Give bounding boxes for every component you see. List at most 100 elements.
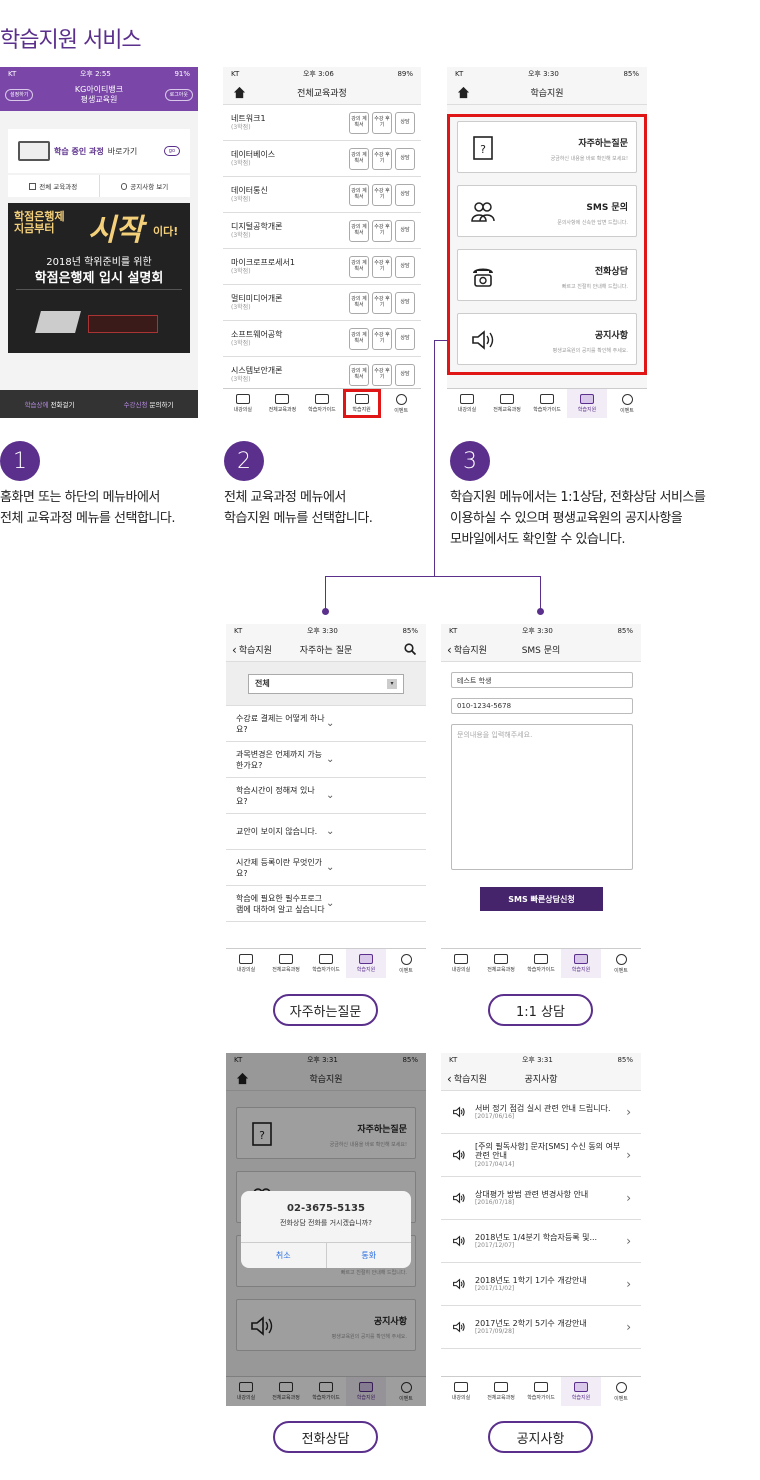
faq-item[interactable]: 학습에 필요한 필수프로그램에 대하여 알고 싶습니다 ⌄ <box>226 886 426 922</box>
syllabus-button[interactable]: 강의 계획서 <box>349 183 369 206</box>
syllabus-button[interactable]: 강의 계획서 <box>349 111 369 134</box>
course-name[interactable]: 데이터통신 (3학점) <box>231 186 346 203</box>
chevron-down-icon: ⌄ <box>326 826 335 837</box>
tab-item[interactable]: 전체교육과정 <box>487 389 527 418</box>
review-button[interactable]: 수강 후기 <box>372 111 392 134</box>
consult-button[interactable]: 상담 <box>395 363 415 386</box>
syllabus-button[interactable]: 강의 계획서 <box>349 327 369 350</box>
tab-item[interactable]: 학습자가이드 <box>302 389 342 418</box>
syllabus-button[interactable]: 강의 계획서 <box>349 147 369 170</box>
course-name[interactable]: 디지털공학개론 (3학점) <box>231 222 346 239</box>
tab-item[interactable]: 학습자가이드 <box>527 389 567 418</box>
tab-item[interactable]: 내강의실 <box>223 389 263 418</box>
guide-book-icon <box>314 394 329 404</box>
faq-item[interactable]: 교안이 보이지 않습니다. ⌄ <box>226 814 426 850</box>
tab-item[interactable]: 학습자가이드 <box>306 949 346 978</box>
search-icon[interactable] <box>404 643 416 655</box>
tab-item[interactable]: 학습자가이드 <box>521 1377 561 1406</box>
syllabus-button[interactable]: 강의 계획서 <box>349 255 369 278</box>
chat-icon <box>580 394 594 404</box>
nav-title: SMS 문의 <box>521 646 561 656</box>
settings-button[interactable]: 설정하기 <box>5 89 34 102</box>
syllabus-button[interactable]: 강의 계획서 <box>349 291 369 314</box>
message-textarea[interactable]: 문의내용을 입력해주세요. <box>451 724 633 870</box>
event-banner[interactable]: 학점은행제 지금부터 시작 이다! 2018년 학위준비를 위한 학점은행제 입… <box>8 203 190 353</box>
course-name[interactable]: 네트워크1 (3학점) <box>231 114 346 131</box>
consult-button[interactable]: 상담 <box>395 327 415 350</box>
faq-item[interactable]: 수강료 결제는 어떻게 하나요? ⌄ <box>226 706 426 742</box>
menu-all-courses[interactable]: 전체 교육과정 <box>8 175 100 197</box>
logout-button[interactable]: 로그아웃 <box>164 89 193 102</box>
go-button[interactable]: go <box>163 146 180 156</box>
tab-item[interactable]: 학습자가이드 <box>521 949 561 978</box>
notice-item[interactable]: [주의 필독사항] 문자[SMS] 수신 동의 여부 관련 안내 [2017/04… <box>441 1134 641 1177</box>
inquiry-button[interactable]: 수강신청 문의하기 <box>99 390 198 418</box>
consult-button[interactable]: 상담 <box>395 111 415 134</box>
call-button[interactable]: 학습상에 전화걸기 <box>0 390 99 418</box>
sms-submit-button[interactable]: SMS 빠른상담신청 <box>480 887 603 911</box>
dialog-call-button[interactable]: 통화 <box>327 1243 412 1268</box>
tab-item[interactable]: 내강의실 <box>441 1377 481 1406</box>
syllabus-button[interactable]: 강의 계획서 <box>349 363 369 386</box>
tab-item[interactable]: 이벤트 <box>601 949 641 978</box>
review-button[interactable]: 수강 후기 <box>372 291 392 314</box>
category-select[interactable]: 전체 ▾ <box>248 673 404 694</box>
phone-field[interactable]: 010-1234-5678 <box>451 698 633 714</box>
faq-item[interactable]: 학습시간이 정해져 있나요? ⌄ <box>226 778 426 814</box>
review-button[interactable]: 수강 후기 <box>372 183 392 206</box>
tab-item[interactable]: 전체교육과정 <box>263 389 303 418</box>
tab-item[interactable]: 내강의실 <box>226 949 266 978</box>
faq-item[interactable]: 시간제 등록이란 무엇인가요? ⌄ <box>226 850 426 886</box>
syllabus-button[interactable]: 강의 계획서 <box>349 219 369 242</box>
review-button[interactable]: 수강 후기 <box>372 363 392 386</box>
menu-notice[interactable]: 공지사항 보기 <box>100 175 191 197</box>
course-name[interactable]: 데이터베이스 (3학점) <box>231 150 346 167</box>
review-button[interactable]: 수강 후기 <box>372 147 392 170</box>
table-row: 소프트웨어공학 (3학점) 강의 계획서 수강 후기 상담 <box>223 321 421 357</box>
tab-item[interactable]: 이벤트 <box>607 389 647 418</box>
tab-item[interactable]: 전체교육과정 <box>481 949 521 978</box>
tab-item[interactable]: 내강의실 <box>441 949 481 978</box>
tab-item[interactable]: 전체교육과정 <box>481 1377 521 1406</box>
tab-item[interactable]: 이벤트 <box>381 389 421 418</box>
consult-button[interactable]: 상담 <box>395 147 415 170</box>
step-desc-3: 학습지원 메뉴에서는 1:1상담, 전화상담 서비스를 이용하실 수 있으며 평… <box>450 490 706 547</box>
consult-button[interactable]: 상담 <box>395 291 415 314</box>
back-button[interactable]: ‹ 학습지원 <box>447 1072 487 1086</box>
notice-item[interactable]: 2018년도 1학기 1기수 개강안내 [2017/11/02] › <box>441 1263 641 1306</box>
review-button[interactable]: 수강 후기 <box>372 219 392 242</box>
notice-item[interactable]: 2017년도 2학기 5기수 개강안내 [2017/09/28] › <box>441 1306 641 1349</box>
tab-item[interactable]: 전체교육과정 <box>266 949 306 978</box>
tab-item[interactable]: 학습지원 <box>561 1377 601 1406</box>
faq-item[interactable]: 과목변경은 언제까지 가능한가요? ⌄ <box>226 742 426 778</box>
back-button[interactable]: ‹ 학습지원 <box>232 643 272 657</box>
course-name[interactable]: 멀티미디어개론 (3학점) <box>231 294 346 311</box>
tab-item[interactable]: 학습지원 <box>567 389 607 418</box>
tab-item[interactable]: 학습지원 <box>561 949 601 978</box>
back-button[interactable]: ‹ 학습지원 <box>447 643 487 657</box>
name-field[interactable]: 테스트 학생 <box>451 672 633 688</box>
notice-item[interactable]: 2018년도 1/4분기 학습자등록 및... [2017/12/07] › <box>441 1220 641 1263</box>
review-button[interactable]: 수강 후기 <box>372 327 392 350</box>
learning-shortcut[interactable]: 학습 중인 과정 바로가기 go <box>8 129 190 173</box>
phone-call-screen: KT 오후 3:31 85% 학습지원 ? 자주하는질문 궁금하신 내용을 바로… <box>226 1053 426 1406</box>
home-icon[interactable] <box>457 86 470 99</box>
notice-item[interactable]: 상대평가 방법 관련 변경사항 안내 [2016/07/18] › <box>441 1177 641 1220</box>
tab-item[interactable]: 학습지원 <box>346 949 386 978</box>
home-icon[interactable] <box>233 86 246 99</box>
tab-item[interactable]: 내강의실 <box>447 389 487 418</box>
chevron-left-icon: ‹ <box>447 642 452 657</box>
consult-button[interactable]: 상담 <box>395 183 415 206</box>
faq-screen: KT 오후 3:30 85% ‹ 학습지원 자주하는 질문 전체 ▾ 수강료 결제… <box>226 624 426 978</box>
review-button[interactable]: 수강 후기 <box>372 255 392 278</box>
notice-item[interactable]: 서버 정기 점검 실시 관련 안내 드립니다. [2017/06/16] › <box>441 1091 641 1134</box>
consult-button[interactable]: 상담 <box>395 219 415 242</box>
dialog-cancel-button[interactable]: 취소 <box>241 1243 327 1268</box>
speaker-icon <box>453 1106 465 1118</box>
course-name[interactable]: 시스템보안개론 (3학점) <box>231 366 346 383</box>
tab-item[interactable]: 이벤트 <box>601 1377 641 1406</box>
tab-item[interactable]: 이벤트 <box>386 949 426 978</box>
consult-button[interactable]: 상담 <box>395 255 415 278</box>
course-name[interactable]: 소프트웨어공학 (3학점) <box>231 330 346 347</box>
course-name[interactable]: 마이크로프로세서1 (3학점) <box>231 258 346 275</box>
